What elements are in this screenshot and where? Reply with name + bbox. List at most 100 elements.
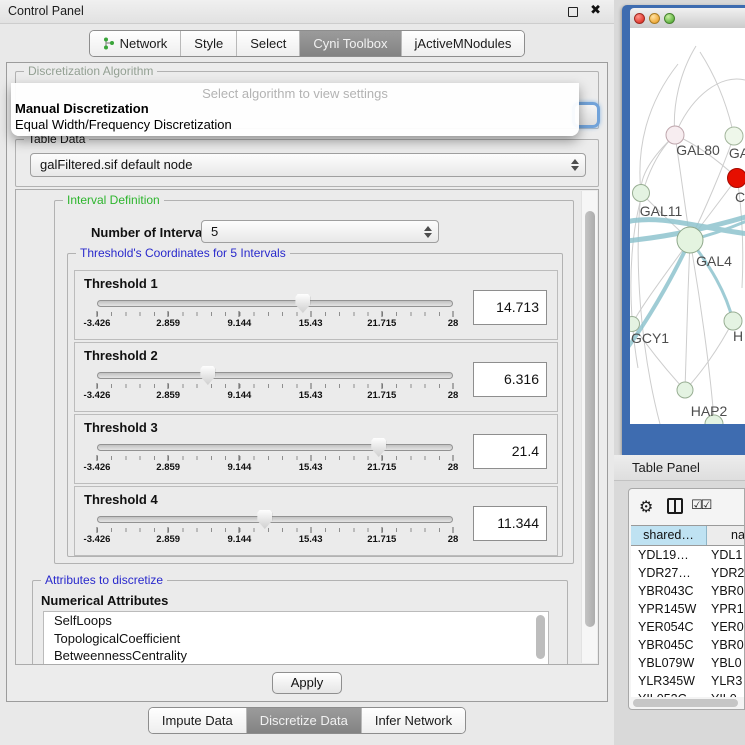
node-gal4[interactable] — [677, 227, 703, 253]
discretization-algorithm-title: Discretization Algorithm — [24, 64, 157, 78]
number-of-intervals-label: Number of Intervals — [91, 225, 213, 240]
zoom-traffic-light-icon[interactable] — [664, 13, 675, 24]
dropdown-option-equal-width[interactable]: Equal Width/Frequency Discretization — [15, 117, 232, 132]
threshold-2-slider[interactable]: -3.426 2.859 9.144 15.43 21.715 28 — [97, 369, 453, 401]
threshold-3-label: Threshold 3 — [84, 420, 158, 435]
table-row[interactable]: YBL079WYBL0 — [631, 654, 744, 672]
slider-track[interactable] — [97, 516, 453, 523]
threshold-3-value-field[interactable]: 21.4 — [473, 434, 547, 469]
slider-track[interactable] — [97, 300, 453, 307]
table-header-row: shared… na — [631, 525, 744, 546]
select-all-checkboxes-icon[interactable]: ☑☑ — [691, 498, 710, 513]
threshold-3-slider[interactable]: -3.426 2.859 9.144 15.43 21.715 28 — [97, 441, 453, 473]
table-row[interactable]: YBR043CYBR0 — [631, 582, 744, 600]
attribute-item-betweennesscentrality[interactable]: BetweennessCentrality — [44, 647, 548, 665]
svg-text:GAL4: GAL4 — [696, 253, 732, 269]
table-body: YDL19…YDL1 YDR27…YDR2 YBR043CYBR0 YPR145… — [631, 546, 744, 697]
control-panel-titlebar: Control Panel ✖ — [0, 0, 614, 24]
tab-select[interactable]: Select — [236, 31, 299, 56]
node-gal11[interactable] — [633, 185, 650, 202]
table-row[interactable]: YIL052CYIL0 — [631, 690, 744, 697]
attribute-item-topologicalcoefficient[interactable]: TopologicalCoefficient — [44, 630, 548, 648]
table-row[interactable]: YDL19…YDL1 — [631, 546, 744, 564]
threshold-4-slider[interactable]: -3.426 2.859 9.144 15.43 21.715 28 — [97, 513, 453, 545]
columns-icon[interactable] — [667, 498, 683, 514]
tab-cyni-toolbox[interactable]: Cyni Toolbox — [299, 31, 400, 56]
slider-thumb[interactable] — [200, 366, 215, 385]
numerical-attributes-list: SelfLoops TopologicalCoefficient Between… — [43, 611, 549, 665]
minimize-traffic-light-icon[interactable] — [649, 13, 660, 24]
thresholds-group: Threshold's Coordinates for 5 Intervals … — [67, 253, 563, 557]
tab-infer-network[interactable]: Infer Network — [361, 708, 465, 733]
slider-thumb[interactable] — [371, 438, 386, 457]
table-row[interactable]: YDR27…YDR2 — [631, 564, 744, 582]
algorithm-hint: Select algorithm to view settings — [11, 86, 579, 101]
table-data-group: Table Data galFiltered.sif default node — [15, 139, 599, 187]
network-view-window[interactable]: GAL80 GA C GAL11 GAL4 GCY1 H HAP2 — [622, 5, 745, 455]
node-partial-top-right[interactable] — [725, 127, 743, 145]
vertical-scrollbar-thumb[interactable] — [585, 211, 595, 627]
threshold-4-value-field[interactable]: 11.344 — [473, 506, 547, 541]
node-hap2[interactable] — [677, 382, 693, 398]
attributes-group-title: Attributes to discretize — [41, 573, 167, 587]
slider-thumb[interactable] — [257, 510, 272, 529]
gear-icon[interactable]: ⚙ — [639, 497, 653, 516]
network-canvas[interactable]: GAL80 GA C GAL11 GAL4 GCY1 H HAP2 — [630, 28, 745, 424]
table-row[interactable]: YBR045CYBR0 — [631, 636, 744, 654]
table-row[interactable]: YPR145WYPR1 — [631, 600, 744, 618]
table-row[interactable]: YLR345WYLR3 — [631, 672, 744, 690]
top-tab-bar: Network Style Select Cyni Toolbox jActiv… — [0, 24, 614, 62]
svg-text:H: H — [733, 328, 743, 344]
column-header-shared-name[interactable]: shared… — [631, 526, 707, 545]
close-icon[interactable]: ✖ — [590, 3, 601, 18]
control-panel: Control Panel ✖ Network Style Select Cyn… — [0, 0, 614, 745]
algorithm-dropdown-popup: Select algorithm to view settings Manual… — [11, 83, 579, 136]
float-window-icon[interactable] — [568, 7, 578, 17]
svg-text:HAP2: HAP2 — [691, 403, 728, 419]
network-window-titlebar[interactable] — [630, 8, 745, 28]
number-of-intervals-value: 5 — [211, 224, 218, 239]
number-of-intervals-combobox[interactable]: 5 — [201, 220, 439, 243]
dropdown-option-manual-discretization[interactable]: Manual Discretization — [15, 101, 149, 116]
slider-track[interactable] — [97, 372, 453, 379]
vertical-scrollbar-track[interactable] — [581, 191, 597, 663]
right-panel: GAL80 GA C GAL11 GAL4 GCY1 H HAP2 Table … — [614, 0, 745, 745]
combobox-stepper-icon — [571, 159, 579, 171]
combobox-stepper-icon — [424, 226, 432, 238]
table-data-combobox[interactable]: galFiltered.sif default node — [30, 153, 586, 177]
tab-network[interactable]: Network — [90, 31, 181, 56]
panel-title: Control Panel — [8, 4, 84, 18]
slider-thumb[interactable] — [295, 294, 310, 313]
horizontal-scrollbar-track[interactable] — [633, 699, 740, 707]
tab-discretize-data[interactable]: Discretize Data — [246, 708, 361, 733]
tab-jactivemnodules[interactable]: jActiveMNodules — [401, 31, 525, 56]
slider-minor-ticks — [97, 384, 453, 388]
column-header-name[interactable]: na — [707, 526, 744, 545]
table-panel-box: ⚙ ☑☑ shared… na YDL19…YDL1 YDR27…YDR2 YB… — [628, 488, 745, 710]
threshold-1-value-field[interactable]: 14.713 — [473, 290, 547, 325]
table-panel-titlebar: Table Panel — [614, 455, 745, 481]
threshold-1-label: Threshold 1 — [84, 276, 158, 291]
apply-footer: Apply — [7, 665, 607, 701]
table-toolbar: ⚙ ☑☑ — [629, 489, 744, 525]
slider-minor-ticks — [97, 312, 453, 316]
threshold-1-slider[interactable]: -3.426 2.859 9.144 15.43 21.715 28 — [97, 297, 453, 329]
apply-button[interactable]: Apply — [272, 672, 342, 694]
table-row[interactable]: YER054CYER0 — [631, 618, 744, 636]
tab-style[interactable]: Style — [180, 31, 236, 56]
horizontal-scrollbar-thumb[interactable] — [633, 699, 738, 707]
table-panel-title: Table Panel — [632, 460, 700, 475]
attribute-item-selfloops[interactable]: SelfLoops — [44, 612, 548, 630]
network-nodes — [630, 126, 745, 424]
node-red-selected[interactable] — [728, 169, 745, 188]
threshold-4-panel: Threshold 4 -3.426 2.859 9.144 15.43 21.… — [74, 486, 558, 556]
slider-track[interactable] — [97, 444, 453, 451]
tab-impute-data[interactable]: Impute Data — [149, 708, 246, 733]
tab-network-label: Network — [120, 36, 168, 51]
threshold-4-label: Threshold 4 — [84, 492, 158, 507]
attributes-list-scrollbar[interactable] — [536, 615, 545, 659]
close-traffic-light-icon[interactable] — [634, 13, 645, 24]
network-icon — [103, 37, 115, 50]
threshold-2-value-field[interactable]: 6.316 — [473, 362, 547, 397]
slider-minor-ticks — [97, 456, 453, 460]
